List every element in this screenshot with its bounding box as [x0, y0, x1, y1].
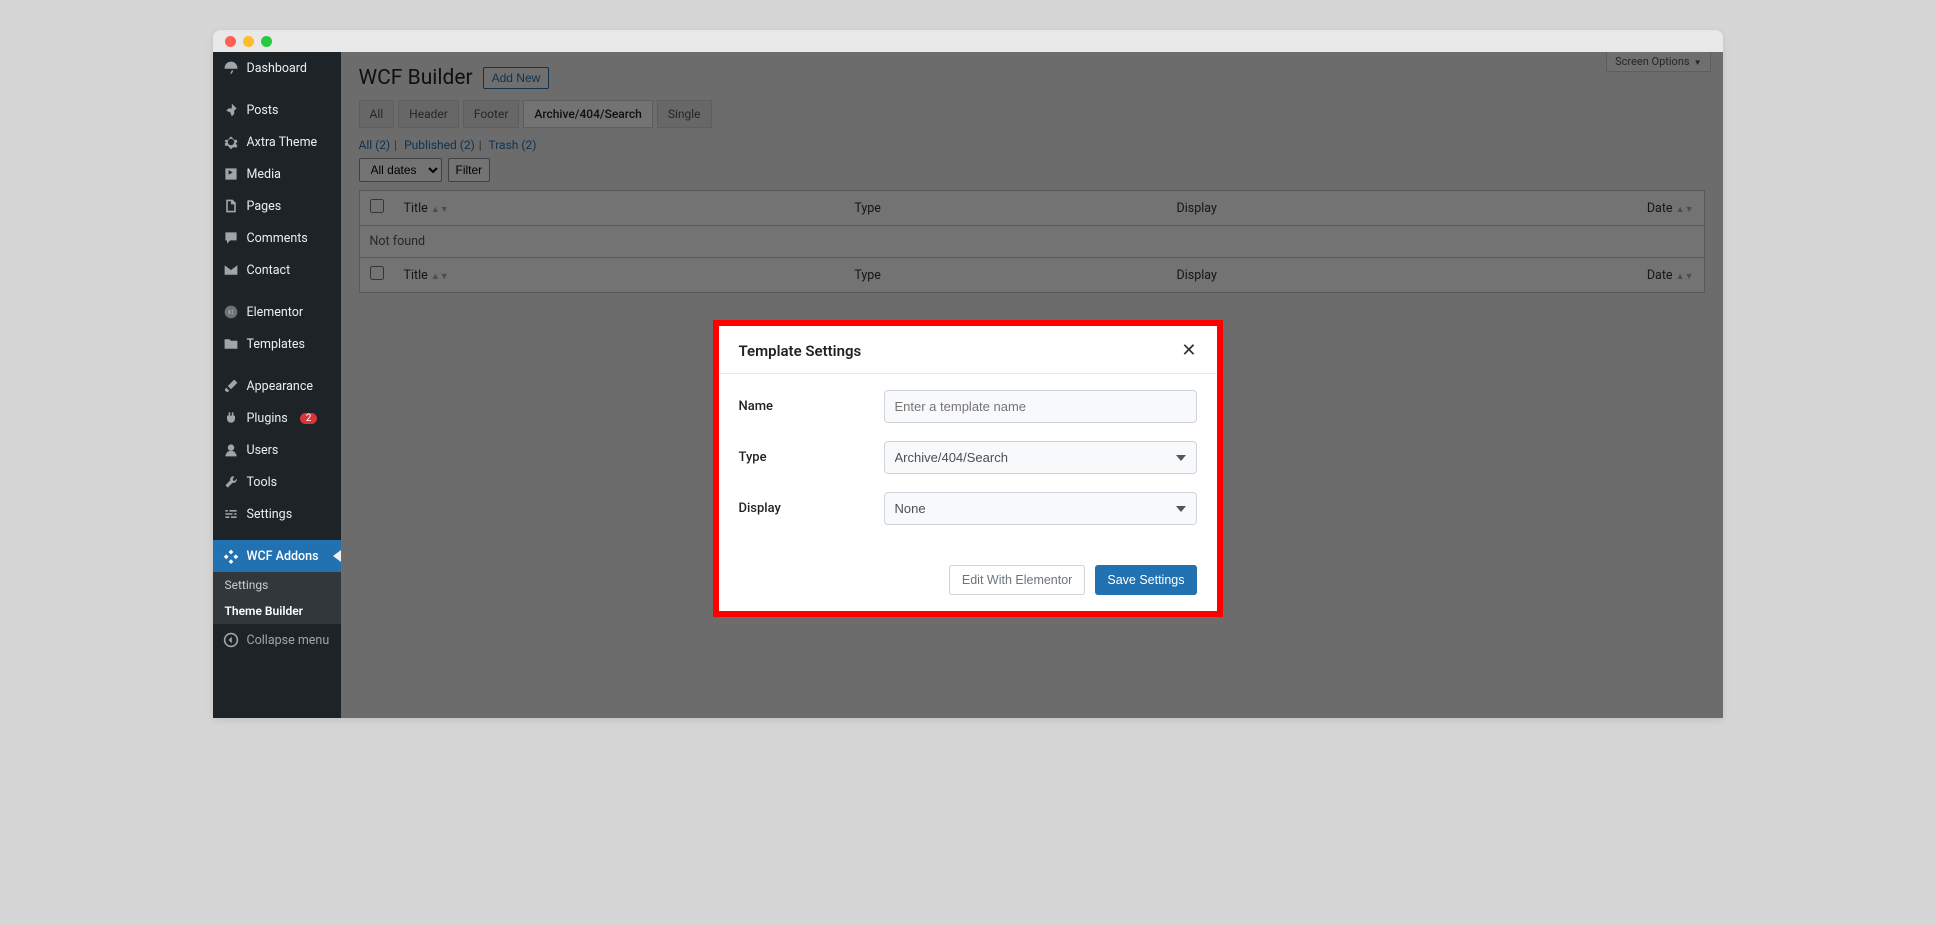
name-label: Name [739, 399, 884, 414]
folder-icon [223, 336, 239, 352]
submenu-theme-builder[interactable]: Theme Builder [213, 598, 341, 624]
sidebar-item-label: Comments [247, 231, 308, 246]
sidebar-item-dashboard[interactable]: Dashboard [213, 52, 341, 84]
save-settings-button[interactable]: Save Settings [1095, 565, 1196, 595]
sidebar-item-label: Dashboard [247, 61, 307, 76]
type-select[interactable]: Archive/404/Search [884, 441, 1197, 474]
sidebar-item-label: Templates [247, 337, 305, 352]
brush-icon [223, 378, 239, 394]
sidebar-item-templates[interactable]: Templates [213, 328, 341, 360]
mail-icon [223, 262, 239, 278]
wrench-icon [223, 474, 239, 490]
sidebar-item-contact[interactable]: Contact [213, 254, 341, 286]
sidebar-item-label: Users [247, 443, 279, 458]
sidebar-item-pages[interactable]: Pages [213, 190, 341, 222]
sidebar-item-label: Tools [247, 475, 278, 490]
addon-icon [223, 548, 239, 564]
sidebar-item-plugins[interactable]: Plugins 2 [213, 402, 341, 434]
sidebar-item-label: WCF Addons [247, 549, 319, 564]
collapse-icon [223, 632, 239, 648]
sidebar-item-appearance[interactable]: Appearance [213, 370, 341, 402]
collapse-label: Collapse menu [247, 633, 330, 648]
pages-icon [223, 198, 239, 214]
sidebar-item-elementor[interactable]: Elementor [213, 296, 341, 328]
plug-icon [223, 410, 239, 426]
sidebar-item-label: Posts [247, 103, 279, 118]
sidebar-item-label: Plugins [247, 411, 288, 426]
display-label: Display [739, 501, 884, 516]
sidebar-item-label: Axtra Theme [247, 135, 318, 150]
sidebar-item-label: Pages [247, 199, 282, 214]
sidebar-item-settings[interactable]: Settings [213, 498, 341, 530]
name-input[interactable] [884, 390, 1197, 423]
sidebar-item-users[interactable]: Users [213, 434, 341, 466]
sidebar-item-label: Media [247, 167, 281, 182]
title-bar [213, 30, 1723, 52]
sidebar-item-tools[interactable]: Tools [213, 466, 341, 498]
plugins-badge: 2 [300, 413, 318, 424]
template-settings-modal: Template Settings ✕ Name Type Archive/40… [719, 326, 1217, 611]
gauge-icon [223, 60, 239, 76]
highlight-border: Template Settings ✕ Name Type Archive/40… [713, 320, 1223, 617]
sidebar-item-media[interactable]: Media [213, 158, 341, 190]
elementor-icon [223, 304, 239, 320]
admin-sidebar: Dashboard Posts Axtra Theme Media Pages … [213, 52, 341, 718]
window-close-icon[interactable] [225, 36, 236, 47]
edit-with-elementor-button[interactable]: Edit With Elementor [949, 565, 1085, 595]
pin-icon [223, 102, 239, 118]
sidebar-item-label: Appearance [247, 379, 314, 394]
window-minimize-icon[interactable] [243, 36, 254, 47]
sidebar-item-label: Elementor [247, 305, 304, 320]
sidebar-item-posts[interactable]: Posts [213, 94, 341, 126]
sliders-icon [223, 506, 239, 522]
type-label: Type [739, 450, 884, 465]
sidebar-item-comments[interactable]: Comments [213, 222, 341, 254]
close-icon[interactable]: ✕ [1181, 340, 1196, 361]
collapse-menu[interactable]: Collapse menu [213, 624, 341, 656]
wcf-submenu: Settings Theme Builder [213, 572, 341, 624]
sidebar-item-label: Settings [247, 507, 293, 522]
display-select[interactable]: None [884, 492, 1197, 525]
media-icon [223, 166, 239, 182]
comment-icon [223, 230, 239, 246]
window-zoom-icon[interactable] [261, 36, 272, 47]
user-icon [223, 442, 239, 458]
gear-icon [223, 134, 239, 150]
sidebar-item-axtra[interactable]: Axtra Theme [213, 126, 341, 158]
modal-title: Template Settings [739, 342, 862, 360]
sidebar-item-label: Contact [247, 263, 291, 278]
sidebar-item-wcf-addons[interactable]: WCF Addons [213, 540, 341, 572]
chevron-right-icon [333, 550, 341, 562]
submenu-settings[interactable]: Settings [213, 572, 341, 598]
